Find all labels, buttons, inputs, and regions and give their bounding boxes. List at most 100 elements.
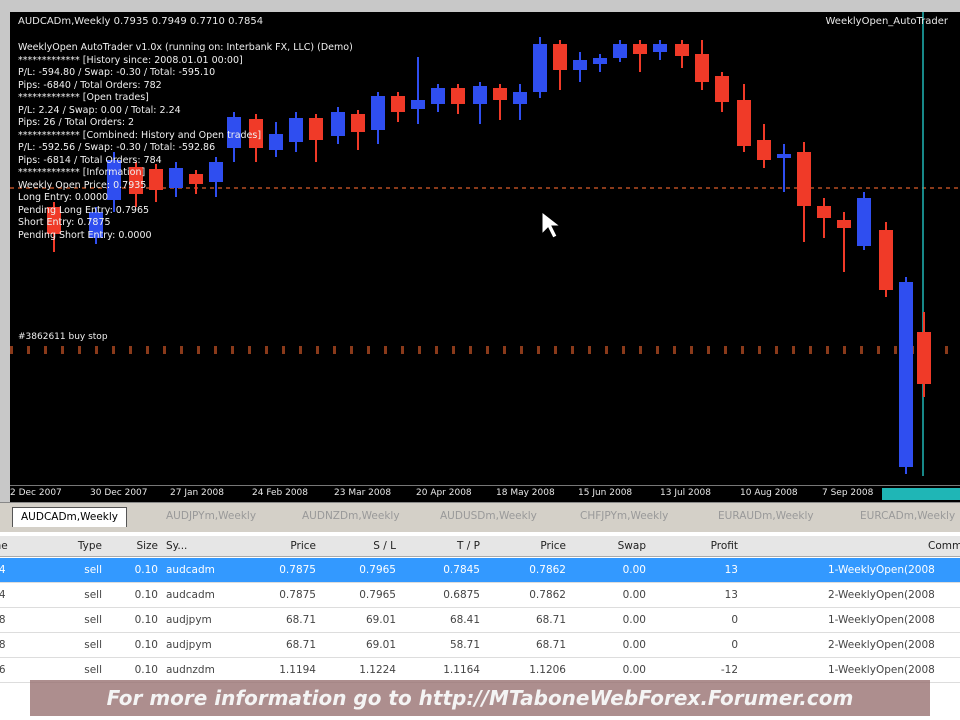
candle-body xyxy=(837,220,851,228)
chart-tab[interactable]: AUDJPYm,Weekly xyxy=(158,507,264,527)
order-cell-sl: 0.7965 xyxy=(359,564,396,576)
order-row[interactable]: 7:48 sell 0.10 audjpym 68.71 69.01 58.71 68.71 0… xyxy=(0,633,960,658)
order-cell-time: 8:26 xyxy=(0,664,6,676)
order-cell-type: sell xyxy=(84,589,102,601)
chart-title: AUDCADm,Weekly 0.7935 0.7949 0.7710 0.78… xyxy=(18,16,264,27)
date-tick-label: 23 Mar 2008 xyxy=(334,488,392,498)
date-tick-label: 27 Jan 2008 xyxy=(170,488,224,498)
ea-info-line: ************* [Information] xyxy=(18,167,146,178)
candle-body xyxy=(513,92,527,104)
candle-body xyxy=(533,44,547,92)
order-cell-size: 0.10 xyxy=(134,564,158,576)
order-cell-price: 0.7862 xyxy=(529,564,566,576)
ea-info-line: Weekly Open Price: 0.7935 xyxy=(18,179,147,191)
ea-info-line: P/L: 2.24 / Swap: 0.00 / Total: 2.24 xyxy=(18,104,181,116)
column-header[interactable]: T / P xyxy=(404,540,480,552)
candle-body xyxy=(391,96,405,112)
order-cell-size: 0.10 xyxy=(134,639,158,651)
order-cell-size: 0.10 xyxy=(134,664,158,676)
candle-body xyxy=(553,44,567,70)
order-cell-time: 7:54 xyxy=(0,589,6,601)
date-tick-label: 24 Feb 2008 xyxy=(252,488,309,498)
column-header[interactable]: Swap xyxy=(574,540,646,552)
order-cell-sl: 69.01 xyxy=(365,639,396,651)
order-cell-profit: 13 xyxy=(724,589,738,601)
chart-tab[interactable]: AUDNZDm,Weekly xyxy=(294,507,408,527)
candle-body xyxy=(573,60,587,70)
candle-body xyxy=(493,88,507,100)
order-cell-price: 68.71 xyxy=(535,614,566,626)
order-cell-symbol: audjpym xyxy=(166,614,212,626)
order-cell-open-price: 0.7875 xyxy=(279,564,316,576)
candle-body xyxy=(351,114,365,132)
ea-info-line: Pips: 26 / Total Orders: 2 xyxy=(18,117,135,128)
order-cell-time: 7:48 xyxy=(0,614,6,626)
order-cell-price: 0.7862 xyxy=(529,589,566,601)
column-header[interactable]: Comment xyxy=(928,540,960,552)
order-cell-open-price: 0.7875 xyxy=(279,589,316,601)
order-cell-price: 1.1206 xyxy=(529,664,566,676)
time-axis-marker xyxy=(882,488,960,500)
date-tick-label: 18 May 2008 xyxy=(496,488,555,498)
order-cell-sl: 0.7965 xyxy=(359,589,396,601)
candle-body xyxy=(653,44,667,52)
mouse-pointer-icon xyxy=(541,210,562,239)
chart-tab-bar: AUDCADm,Weekly AUDJPYm,Weekly AUDNZDm,Week… xyxy=(0,502,960,531)
candle-body xyxy=(371,96,385,130)
order-cell-swap: 0.00 xyxy=(622,564,646,576)
ea-info-line: ************* [History since: 2008.01.01… xyxy=(18,54,243,66)
ea-info-line: ************* [Combined: History and Ope… xyxy=(18,129,262,141)
column-header[interactable]: Type xyxy=(40,540,102,552)
order-cell-comment: 1-WeeklyOpen(2008 xyxy=(828,614,935,626)
candle-body xyxy=(899,282,913,467)
candle-body xyxy=(593,58,607,64)
candle-body xyxy=(917,332,931,384)
column-header[interactable]: Size xyxy=(110,540,158,552)
candle-body xyxy=(431,88,445,104)
order-cell-price: 68.71 xyxy=(535,639,566,651)
order-cell-type: sell xyxy=(84,639,102,651)
chart-tab[interactable]: AUDCADm,Weekly xyxy=(12,507,128,527)
order-cell-profit: 0 xyxy=(731,614,738,626)
chart-tab[interactable]: EURCADm,Weekly xyxy=(852,507,960,527)
candle-body xyxy=(473,86,487,104)
price-chart[interactable]: AUDCADm,Weekly 0.7935 0.7949 0.7710 0.78… xyxy=(10,12,960,502)
candle-body xyxy=(675,44,689,56)
column-header[interactable]: Time xyxy=(0,540,30,552)
chart-tab[interactable]: AUDUSDm,Weekly xyxy=(432,507,545,527)
order-cell-tp: 58.71 xyxy=(449,639,480,651)
column-header[interactable]: Sy... xyxy=(166,540,236,552)
order-cell-comment: 1-WeeklyOpen(2008 xyxy=(828,664,935,676)
order-cell-symbol: audcadm xyxy=(166,564,215,576)
ea-info-line: Long Entry: 0.0000 xyxy=(18,192,109,203)
candle-body xyxy=(777,154,791,158)
expert-advisor-label: WeeklyOpen_AutoTrader xyxy=(825,16,948,27)
date-tick-label: 13 Jul 2008 xyxy=(660,488,711,498)
order-cell-tp: 0.6875 xyxy=(443,589,480,601)
order-row[interactable]: 7:54 sell 0.10 audcadm 0.7875 0.7965 0.6875 0.7… xyxy=(0,583,960,608)
candle-body xyxy=(817,206,831,218)
candle-body xyxy=(613,44,627,58)
candle-body xyxy=(857,198,871,246)
chart-tab[interactable]: EURAUDm,Weekly xyxy=(710,507,822,527)
order-row[interactable]: 7:48 sell 0.10 audjpym 68.71 69.01 68.41 68.71 0… xyxy=(0,608,960,633)
order-cell-size: 0.10 xyxy=(134,614,158,626)
order-cell-symbol: audjpym xyxy=(166,639,212,651)
order-cell-size: 0.10 xyxy=(134,589,158,601)
pending-order-label: #3862611 buy stop xyxy=(18,332,108,342)
column-header[interactable]: Price xyxy=(488,540,566,552)
column-header[interactable]: S / L xyxy=(324,540,396,552)
order-row[interactable]: 7:54 sell 0.10 audcadm 0.7875 0.7965 0.7845 0.7… xyxy=(0,558,960,583)
ea-info-line: P/L: -592.56 / Swap: -0.30 / Total: -592… xyxy=(18,142,216,153)
order-cell-swap: 0.00 xyxy=(622,639,646,651)
date-tick-label: 20 Apr 2008 xyxy=(416,488,472,498)
chart-tab[interactable]: CHFJPYm,Weekly xyxy=(572,507,676,527)
date-tick-label: 30 Dec 2007 xyxy=(90,488,148,498)
order-cell-comment: 2-WeeklyOpen(2008 xyxy=(828,589,935,601)
order-cell-tp: 68.41 xyxy=(449,614,480,626)
candle-body xyxy=(737,100,751,146)
column-header[interactable]: Price xyxy=(242,540,316,552)
order-cell-type: sell xyxy=(84,564,102,576)
column-header[interactable]: Profit xyxy=(654,540,738,552)
date-axis: 2 Dec 2007 30 Dec 2007 27 Jan 2008 24 Feb 2… xyxy=(10,485,960,502)
